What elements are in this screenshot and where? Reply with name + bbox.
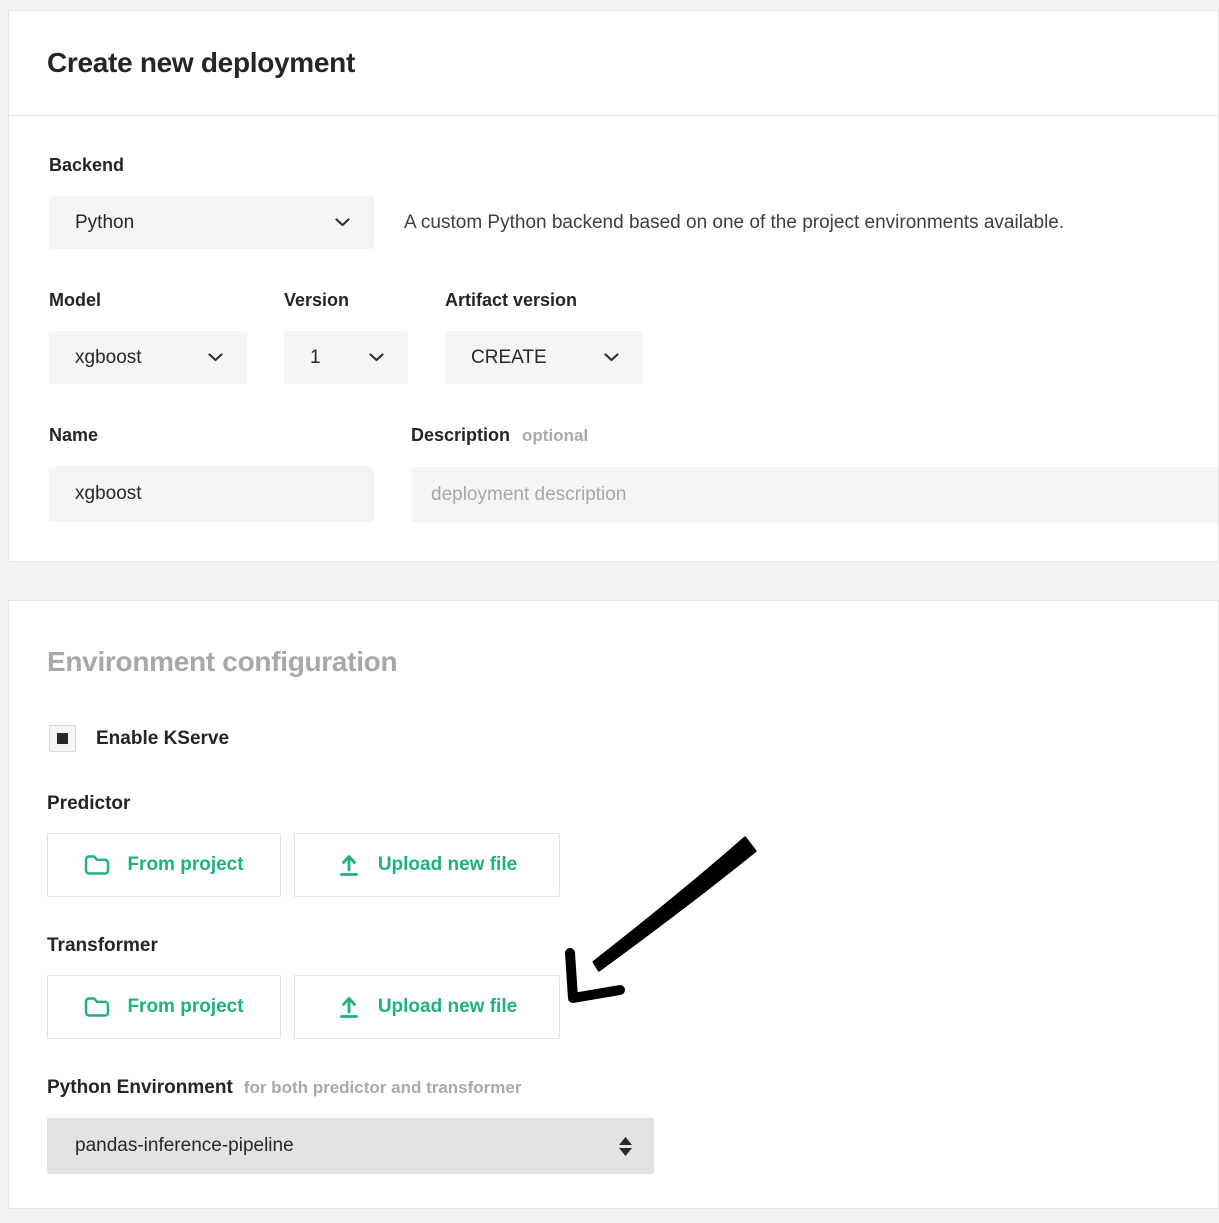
python-environment-hint: for both predictor and transformer	[244, 1077, 522, 1099]
page: Create new deployment Backend Python A c…	[0, 10, 1219, 1223]
backend-label: Backend	[49, 154, 1218, 176]
predictor-label: Predictor	[47, 793, 1218, 815]
artifact-version-select[interactable]: CREATE	[445, 331, 643, 384]
description-optional-hint: optional	[522, 425, 588, 447]
model-select-value: xgboost	[75, 347, 142, 369]
artifact-version-select-value: CREATE	[471, 347, 547, 369]
transformer-from-project-label: From project	[127, 996, 243, 1018]
create-deployment-card: Create new deployment Backend Python A c…	[8, 10, 1219, 562]
description-label: Description	[411, 424, 510, 446]
predictor-buttons-row: From project Upload new file	[47, 833, 1218, 897]
backend-select[interactable]: Python	[49, 196, 374, 249]
python-environment-label-row: Python Environment for both predictor an…	[47, 1077, 1218, 1099]
folder-icon	[84, 996, 110, 1018]
description-field-group: Description optional	[411, 424, 1218, 523]
python-environment-select[interactable]: pandas-inference-pipeline	[47, 1118, 654, 1174]
predictor-from-project-label: From project	[127, 854, 243, 876]
version-select[interactable]: 1	[284, 331, 408, 384]
artifact-version-label: Artifact version	[445, 289, 643, 311]
upload-icon	[337, 995, 361, 1019]
transformer-label: Transformer	[47, 935, 1218, 957]
predictor-from-project-button[interactable]: From project	[47, 833, 281, 897]
name-label: Name	[49, 424, 374, 446]
checkbox-mark-icon	[57, 733, 68, 744]
name-input[interactable]	[49, 466, 374, 522]
enable-kserve-row: Enable KServe	[49, 725, 1218, 752]
name-field-group: Name	[49, 424, 374, 522]
predictor-upload-new-file-label: Upload new file	[378, 854, 517, 876]
python-environment-select-value: pandas-inference-pipeline	[75, 1135, 294, 1157]
page-title: Create new deployment	[47, 47, 355, 79]
transformer-buttons-row: From project Upload new file	[47, 975, 1218, 1039]
enable-kserve-label: Enable KServe	[96, 728, 229, 750]
artifact-version-field-group: Artifact version CREATE	[445, 289, 643, 384]
environment-configuration-title: Environment configuration	[47, 601, 1218, 678]
description-input[interactable]	[411, 467, 1218, 523]
python-environment-label: Python Environment	[47, 1077, 233, 1099]
model-select[interactable]: xgboost	[49, 331, 247, 384]
chevron-down-icon	[335, 218, 350, 227]
transformer-from-project-button[interactable]: From project	[47, 975, 281, 1039]
unfold-more-icon	[619, 1137, 632, 1156]
folder-icon	[84, 854, 110, 876]
chevron-down-icon	[369, 353, 384, 362]
version-select-value: 1	[310, 347, 321, 369]
upload-icon	[337, 853, 361, 877]
create-deployment-body: Backend Python A custom Python backend b…	[9, 116, 1218, 561]
backend-description: A custom Python backend based on one of …	[404, 196, 1064, 249]
enable-kserve-checkbox[interactable]	[49, 725, 76, 752]
version-field-group: Version 1	[284, 289, 408, 384]
model-label: Model	[49, 289, 247, 311]
environment-configuration-card: Environment configuration Enable KServe …	[8, 600, 1219, 1209]
chevron-down-icon	[604, 353, 619, 362]
model-field-group: Model xgboost	[49, 289, 247, 384]
transformer-upload-new-file-button[interactable]: Upload new file	[294, 975, 560, 1039]
create-deployment-header: Create new deployment	[9, 11, 1218, 116]
transformer-upload-new-file-label: Upload new file	[378, 996, 517, 1018]
chevron-down-icon	[208, 353, 223, 362]
predictor-upload-new-file-button[interactable]: Upload new file	[294, 833, 560, 897]
backend-select-value: Python	[75, 212, 134, 234]
version-label: Version	[284, 289, 408, 311]
